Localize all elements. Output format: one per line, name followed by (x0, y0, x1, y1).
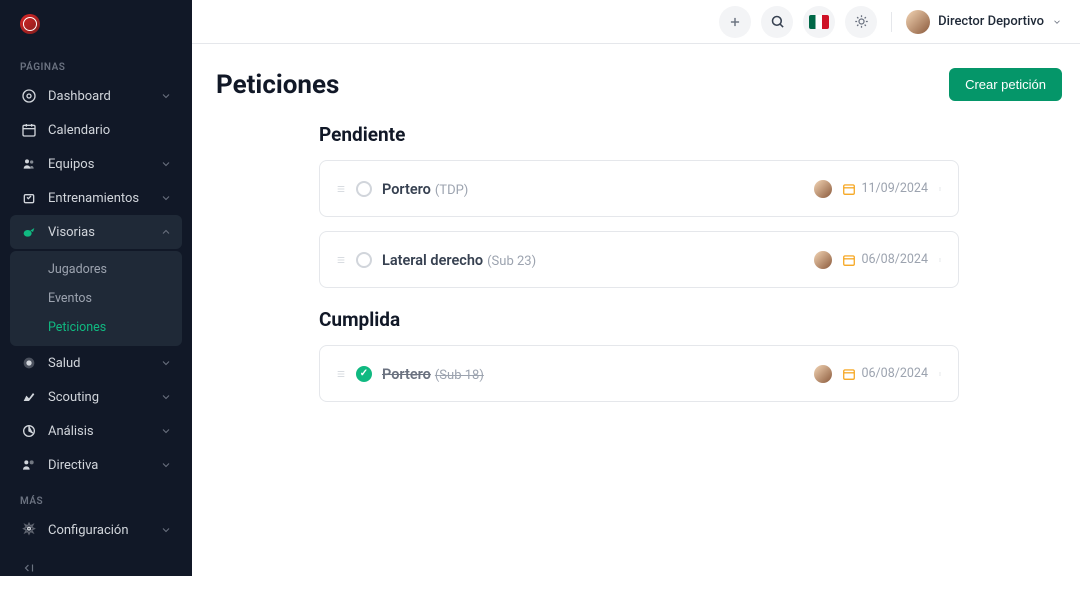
assignee-avatar (814, 365, 832, 383)
team-icon (20, 155, 38, 173)
logo-area (0, 0, 192, 48)
sidebar-item-salud[interactable]: Salud (10, 346, 182, 380)
sun-icon (854, 14, 869, 29)
assignee-avatar (814, 180, 832, 198)
section-completed-title: Cumplida (319, 308, 959, 331)
calendar-icon (20, 121, 38, 139)
sidebar-item-dashboard[interactable]: Dashboard (10, 79, 182, 113)
drag-handle-icon[interactable] (336, 367, 346, 381)
drag-handle-icon[interactable] (336, 182, 346, 196)
user-name-label: Director Deportivo (938, 14, 1044, 29)
status-done-icon[interactable] (356, 366, 372, 382)
chevron-up-icon (160, 226, 172, 238)
chevron-down-icon (1052, 17, 1062, 27)
calendar-icon (842, 182, 856, 196)
nav-section-paginas: PÁGINAS (10, 48, 182, 79)
whistle-icon (20, 223, 38, 241)
topbar: Director Deportivo (192, 0, 1080, 44)
status-pending-icon[interactable] (356, 252, 372, 268)
sidebar-item-directiva[interactable]: Directiva (10, 448, 182, 482)
analysis-icon (20, 422, 38, 440)
assignee-avatar (814, 251, 832, 269)
plus-icon (728, 15, 742, 29)
request-title: Portero (382, 366, 431, 383)
request-more-button[interactable] (938, 253, 942, 267)
sidebar-item-equipos[interactable]: Equipos (10, 147, 182, 181)
calendar-icon (842, 253, 856, 267)
settings-icon (20, 521, 38, 539)
user-avatar (906, 10, 930, 34)
sidebar-item-calendario[interactable]: Calendario (10, 113, 182, 147)
visorias-submenu: Jugadores Eventos Peticiones (10, 251, 182, 346)
search-button[interactable] (761, 6, 793, 38)
request-more-button[interactable] (938, 367, 942, 381)
mexico-flag-icon (809, 15, 829, 29)
request-card[interactable]: Lateral derecho (Sub 23) 06/08/2024 (319, 231, 959, 288)
search-icon (770, 14, 785, 29)
sub-item-jugadores[interactable]: Jugadores (10, 255, 182, 284)
sidebar-item-configuracion[interactable]: Configuración (10, 513, 182, 547)
scout-icon (20, 388, 38, 406)
health-icon (20, 354, 38, 372)
sub-item-eventos[interactable]: Eventos (10, 284, 182, 313)
dashboard-icon (20, 87, 38, 105)
user-menu[interactable]: Director Deportivo (906, 10, 1062, 34)
chevron-down-icon (160, 357, 172, 369)
page-header: Peticiones Crear petición (216, 68, 1062, 101)
sidebar: PÁGINAS Dashboard Calendario Equipos (0, 0, 192, 576)
request-date: 06/08/2024 (842, 252, 928, 267)
add-button[interactable] (719, 6, 751, 38)
request-card[interactable]: Portero (TDP) 11/09/2024 (319, 160, 959, 217)
request-category: (TDP) (435, 183, 468, 198)
board-icon (20, 456, 38, 474)
calendar-icon (842, 367, 856, 381)
sub-item-peticiones[interactable]: Peticiones (10, 313, 182, 342)
chevron-down-icon (160, 524, 172, 536)
chevron-down-icon (160, 192, 172, 204)
topbar-divider (891, 12, 892, 32)
chevron-down-icon (160, 459, 172, 471)
sidebar-item-visorias[interactable]: Visorias (10, 215, 182, 249)
theme-button[interactable] (845, 6, 877, 38)
club-logo[interactable] (20, 14, 40, 34)
sidebar-item-scouting[interactable]: Scouting (10, 380, 182, 414)
sidebar-item-entrenamientos[interactable]: Entrenamientos (10, 181, 182, 215)
section-pending-title: Pendiente (319, 123, 959, 146)
request-date: 06/08/2024 (842, 366, 928, 381)
status-pending-icon[interactable] (356, 181, 372, 197)
sidebar-item-analisis[interactable]: Análisis (10, 414, 182, 448)
request-date: 11/09/2024 (842, 181, 928, 196)
language-button[interactable] (803, 6, 835, 38)
collapse-sidebar-button[interactable] (0, 547, 192, 589)
main-content: Director Deportivo Peticiones Crear peti… (192, 0, 1080, 576)
page-title: Peticiones (216, 70, 339, 100)
nav-section-mas: MÁS (10, 482, 182, 513)
request-title: Portero (382, 181, 431, 198)
chevron-down-icon (160, 425, 172, 437)
request-category: (Sub 23) (487, 254, 536, 269)
chevron-down-icon (160, 158, 172, 170)
request-category: (Sub 18) (435, 368, 484, 383)
training-icon (20, 189, 38, 207)
request-title: Lateral derecho (382, 252, 483, 269)
create-request-button[interactable]: Crear petición (949, 68, 1062, 101)
chevron-down-icon (160, 90, 172, 102)
collapse-icon (20, 561, 38, 575)
request-more-button[interactable] (938, 182, 942, 196)
drag-handle-icon[interactable] (336, 253, 346, 267)
chevron-down-icon (160, 391, 172, 403)
request-card[interactable]: Portero (Sub 18) 06/08/2024 (319, 345, 959, 402)
